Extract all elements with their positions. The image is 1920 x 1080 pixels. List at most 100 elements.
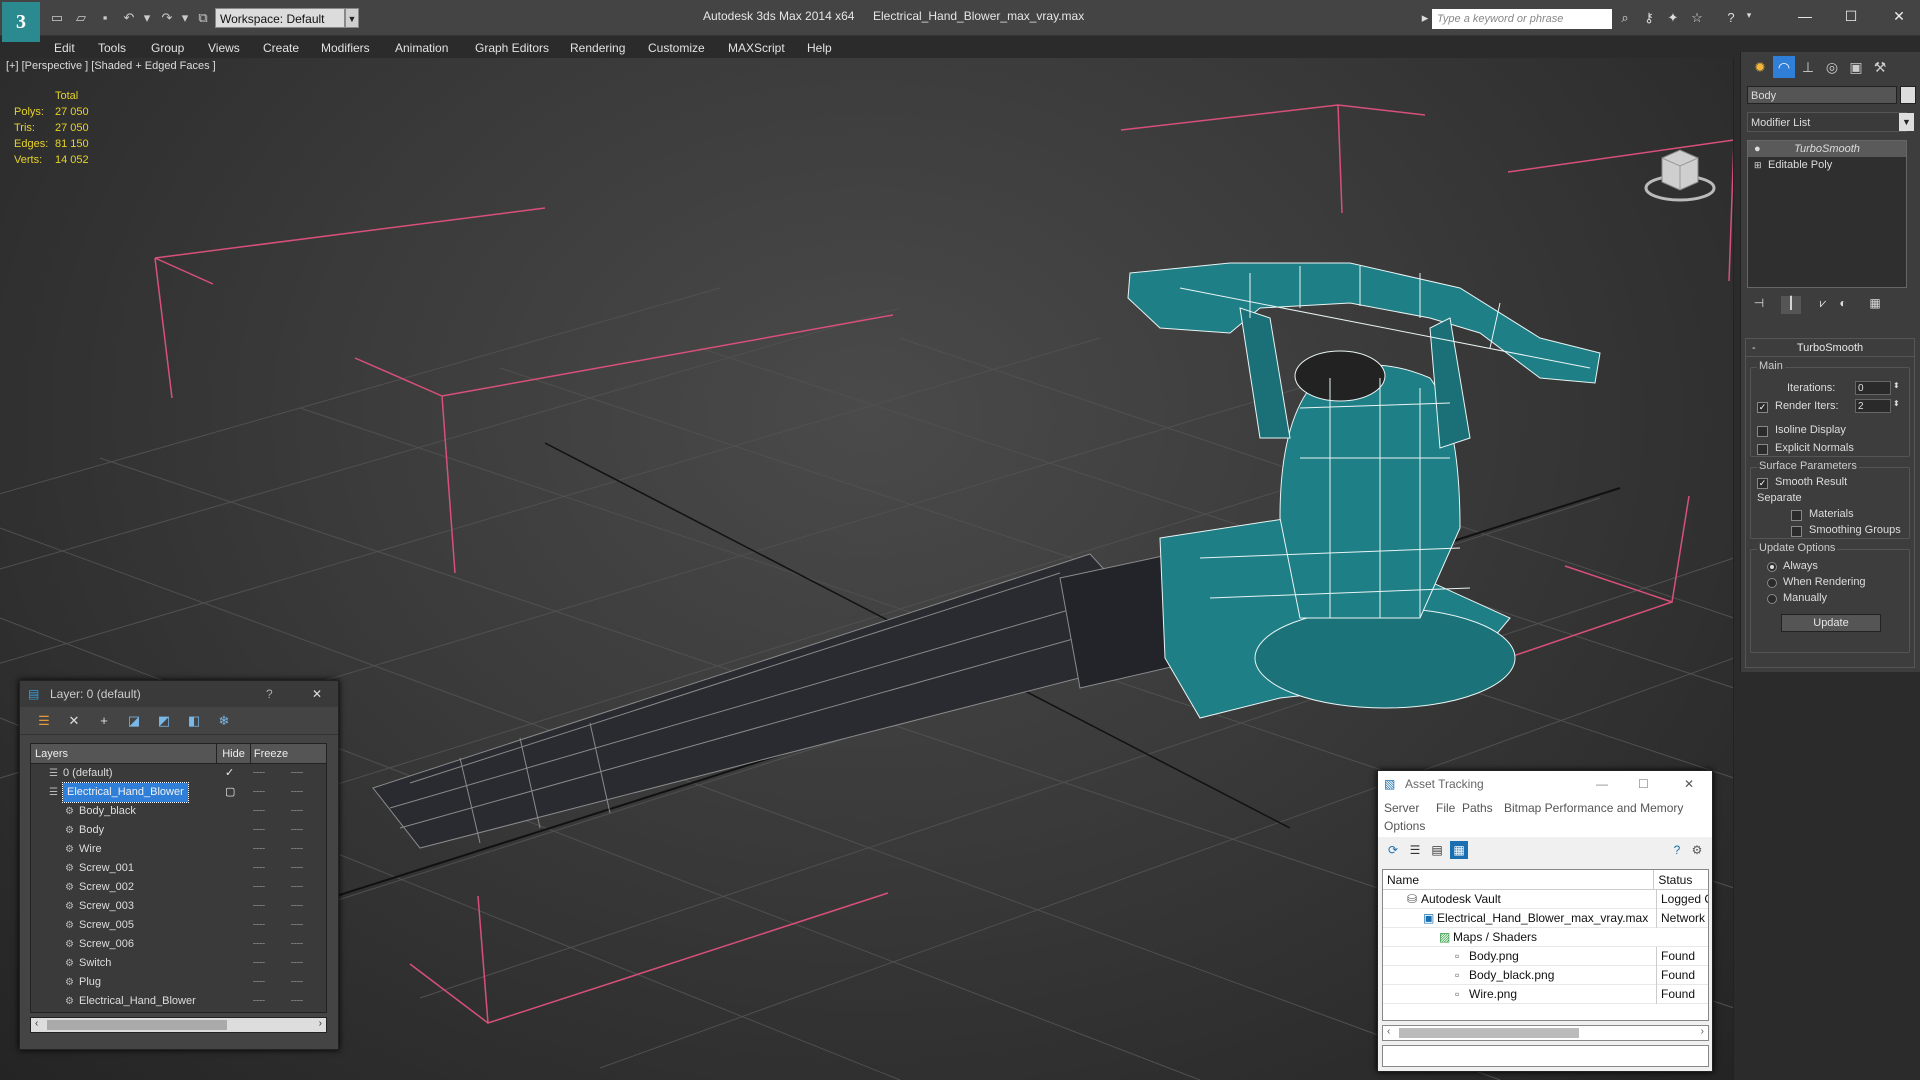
minimize-button[interactable]: —: [1596, 771, 1608, 797]
display-tab-icon[interactable]: ▣: [1845, 56, 1867, 78]
stack-item-editable-poly[interactable]: ⊞ Editable Poly: [1748, 157, 1906, 173]
refresh-icon[interactable]: ⟳: [1384, 841, 1402, 859]
delete-layer-icon[interactable]: ✕: [64, 713, 84, 729]
asset-row[interactable]: ▫ Wire.png Found: [1383, 985, 1708, 1004]
redo-icon[interactable]: ↷: [158, 10, 176, 26]
hide-all-layers-icon[interactable]: ◧: [184, 713, 204, 729]
new-file-icon[interactable]: ▭: [48, 10, 66, 26]
freeze-toggle[interactable]: ╌╌: [291, 878, 303, 897]
scroll-thumb[interactable]: [47, 1020, 227, 1030]
hide-toggle[interactable]: ╌╌: [253, 992, 265, 1011]
scroll-left-icon[interactable]: ‹: [35, 1018, 38, 1029]
col-layers[interactable]: Layers: [31, 744, 217, 763]
pin-stack-icon[interactable]: ⊣: [1749, 296, 1769, 314]
highlight-selected-layer-icon[interactable]: ◩: [154, 713, 174, 729]
hide-toggle[interactable]: ╌╌: [253, 859, 265, 878]
close-button[interactable]: ✕: [1884, 6, 1914, 26]
layer-row[interactable]: ☰ 0 (default) ✓ ╌╌ ╌╌: [31, 764, 326, 783]
hide-toggle[interactable]: ╌╌: [253, 802, 265, 821]
favorites-star-icon[interactable]: ☆: [1688, 10, 1706, 26]
asset-path-field[interactable]: [1382, 1045, 1709, 1067]
grid-view-icon[interactable]: ▦: [1450, 841, 1468, 859]
hide-toggle[interactable]: ╌╌: [253, 916, 265, 935]
save-icon[interactable]: ▪: [96, 10, 114, 26]
add-to-layer-icon[interactable]: +: [94, 713, 114, 729]
lightbulb-icon[interactable]: ●: [1754, 141, 1761, 157]
iterations-spinner[interactable]: 0: [1855, 381, 1891, 395]
freeze-toggle[interactable]: ╌╌: [291, 916, 303, 935]
freeze-toggle[interactable]: ╌╌: [291, 954, 303, 973]
freeze-all-layers-icon[interactable]: ❄: [214, 713, 234, 729]
minimize-button[interactable]: —: [1790, 6, 1820, 26]
materials-checkbox[interactable]: [1791, 510, 1802, 521]
hide-toggle[interactable]: ╌╌: [253, 840, 265, 859]
col-hide[interactable]: Hide: [217, 744, 251, 763]
freeze-toggle[interactable]: ╌╌: [291, 802, 303, 821]
subscription-key-icon[interactable]: ⚷: [1640, 10, 1658, 26]
freeze-toggle[interactable]: ╌╌: [291, 935, 303, 954]
freeze-toggle[interactable]: ╌╌: [291, 783, 303, 802]
configure-modifier-sets-icon[interactable]: ▦: [1865, 296, 1885, 314]
freeze-toggle[interactable]: ╌╌: [291, 859, 303, 878]
freeze-toggle[interactable]: ╌╌: [291, 973, 303, 992]
spinner-arrows-icon[interactable]: ⬍: [1893, 399, 1900, 408]
hide-toggle[interactable]: ╌╌: [253, 821, 265, 840]
render-iters-spinner[interactable]: 2: [1855, 399, 1891, 413]
menu-rendering[interactable]: Rendering: [570, 41, 625, 55]
menu-file[interactable]: File: [1436, 801, 1455, 815]
show-end-result-icon[interactable]: ┃: [1781, 296, 1801, 314]
freeze-toggle[interactable]: ╌╌: [291, 764, 303, 783]
asset-window-titlebar[interactable]: ▧ Asset Tracking — ☐ ✕: [1378, 771, 1712, 797]
select-objects-in-layer-icon[interactable]: ◪: [124, 713, 144, 729]
list-view-icon[interactable]: ☰: [1406, 841, 1424, 859]
set-current-layer-icon[interactable]: ▢: [225, 783, 235, 802]
layer-row[interactable]: ⚙ Plug ╌╌ ╌╌: [31, 973, 326, 992]
scroll-thumb[interactable]: [1399, 1028, 1579, 1038]
menu-edit[interactable]: Edit: [54, 41, 75, 55]
freeze-toggle[interactable]: ╌╌: [291, 840, 303, 859]
freeze-toggle[interactable]: ╌╌: [291, 992, 303, 1011]
smoothing-groups-checkbox[interactable]: [1791, 526, 1802, 537]
object-name-field[interactable]: Body: [1747, 86, 1897, 104]
object-color-swatch[interactable]: [1900, 86, 1916, 104]
menu-views[interactable]: Views: [208, 41, 240, 55]
chevron-down-icon[interactable]: ▼: [1899, 113, 1914, 131]
viewport-label[interactable]: [+] [Perspective ] [Shaded + Edged Faces…: [6, 60, 216, 72]
hide-toggle[interactable]: ╌╌: [253, 935, 265, 954]
spinner-arrows-icon[interactable]: ⬍: [1893, 381, 1900, 390]
asset-row[interactable]: ▨ Maps / Shaders: [1383, 928, 1708, 947]
undo-icon[interactable]: ↶: [120, 10, 138, 26]
layer-row[interactable]: ⚙ Screw_003 ╌╌ ╌╌: [31, 897, 326, 916]
hide-toggle[interactable]: ╌╌: [253, 897, 265, 916]
modify-tab-icon[interactable]: ◠: [1773, 56, 1795, 78]
hide-toggle[interactable]: ╌╌: [253, 973, 265, 992]
isoline-checkbox[interactable]: [1757, 426, 1768, 437]
keyword-search-input[interactable]: Type a keyword or phrase: [1432, 9, 1612, 29]
always-radio[interactable]: [1767, 562, 1777, 572]
undo-dropdown-icon[interactable]: ▾: [138, 10, 156, 26]
help-icon[interactable]: ?: [1722, 10, 1740, 26]
horizontal-scrollbar[interactable]: ‹ ›: [1382, 1025, 1709, 1041]
binoculars-icon[interactable]: ⌕: [1616, 10, 1634, 26]
layer-row[interactable]: ⚙ Screw_006 ╌╌ ╌╌: [31, 935, 326, 954]
smooth-result-checkbox[interactable]: ✓: [1757, 478, 1768, 489]
layer-row[interactable]: ⚙ Screw_005 ╌╌ ╌╌: [31, 916, 326, 935]
collapse-minus-icon[interactable]: -: [1752, 339, 1756, 357]
make-unique-icon[interactable]: ⩗: [1813, 296, 1833, 314]
create-tab-icon[interactable]: ✹: [1749, 56, 1771, 78]
menu-server[interactable]: Server: [1384, 801, 1419, 815]
remove-modifier-icon[interactable]: ◐: [1833, 296, 1853, 314]
menu-graph-editors[interactable]: Graph Editors: [475, 41, 549, 55]
hierarchy-tab-icon[interactable]: ⊥: [1797, 56, 1819, 78]
settings-icon[interactable]: ⚙: [1688, 841, 1706, 859]
menu-bitmap-performance[interactable]: Bitmap Performance and Memory: [1504, 801, 1683, 815]
close-icon[interactable]: ✕: [312, 681, 322, 707]
when-rendering-radio[interactable]: [1767, 578, 1777, 588]
redo-dropdown-icon[interactable]: ▾: [176, 10, 194, 26]
asset-row[interactable]: ▫ Body.png Found: [1383, 947, 1708, 966]
menu-modifiers[interactable]: Modifiers: [321, 41, 370, 55]
table-view-icon[interactable]: ▤: [1428, 841, 1446, 859]
scroll-left-icon[interactable]: ‹: [1387, 1026, 1390, 1037]
layer-row[interactable]: ⚙ Screw_001 ╌╌ ╌╌: [31, 859, 326, 878]
scroll-right-icon[interactable]: ›: [319, 1018, 322, 1029]
